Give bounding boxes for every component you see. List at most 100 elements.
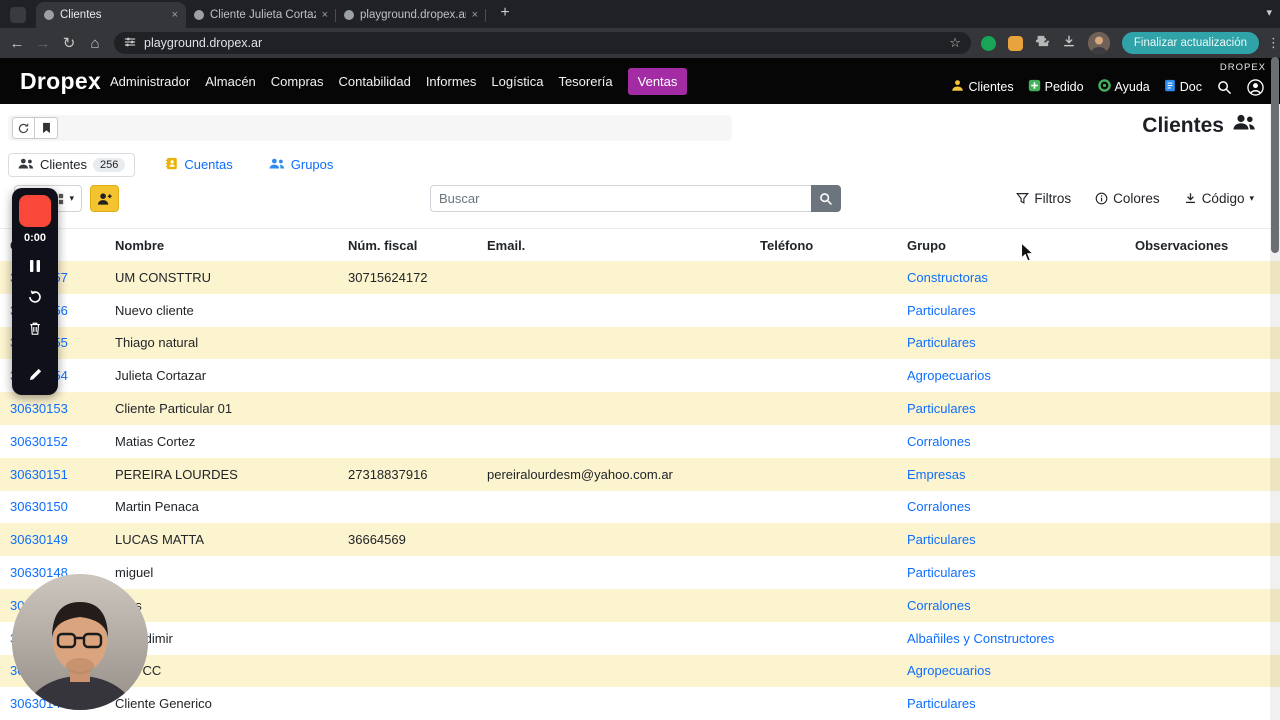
quicklink-clientes[interactable]: Clientes xyxy=(951,79,1014,95)
client-name: PEREIRA LOURDES xyxy=(115,466,238,482)
table-row: 30630146…vladimirAlbañiles y Constructor… xyxy=(0,622,1280,655)
filters-button[interactable]: Filtros xyxy=(1016,191,1071,206)
column-header: Núm. fiscal xyxy=(348,237,418,253)
help-ring-icon xyxy=(1097,79,1111,95)
back-icon[interactable]: ← xyxy=(4,35,30,52)
tab-close-icon[interactable]: × xyxy=(322,9,328,21)
search-icon[interactable] xyxy=(1217,80,1232,95)
account-icon[interactable] xyxy=(1247,78,1264,96)
quicklink-pedido[interactable]: Pedido xyxy=(1028,79,1084,95)
extension-green-icon[interactable] xyxy=(980,35,996,51)
client-name: …vladimir xyxy=(115,631,348,646)
chevron-down-icon[interactable]: ▾ xyxy=(1266,6,1272,19)
home-icon[interactable]: ⌂ xyxy=(82,35,108,52)
count-badge: 256 xyxy=(92,157,126,172)
table-row: 30630150 Martin Penaca Corralones xyxy=(0,491,1280,524)
forward-icon[interactable]: → xyxy=(30,35,56,52)
tab-title: Clientes xyxy=(60,9,102,21)
extension-orange-icon[interactable] xyxy=(1007,35,1023,51)
puzzle-icon[interactable] xyxy=(1035,33,1050,53)
header-quick-links: Clientes Pedido Ayuda Doc xyxy=(951,58,1264,104)
tab-clientes[interactable]: Clientes 256 xyxy=(8,152,136,177)
reload-icon[interactable]: ↻ xyxy=(56,34,82,52)
redo-button[interactable] xyxy=(12,117,35,139)
nav-item-contabilidad[interactable]: Contabilidad xyxy=(339,74,411,89)
client-group-link[interactable]: Particulares xyxy=(907,532,1135,547)
client-group-link[interactable]: Corralones xyxy=(907,434,1135,449)
client-code-link[interactable]: 30630151 xyxy=(10,467,115,482)
tab-title: Cliente Julieta Cortazar xyxy=(210,9,316,21)
colors-button[interactable]: Colores xyxy=(1095,191,1160,206)
client-group-link[interactable]: Particulares xyxy=(907,401,1135,416)
page-subbar: Clientes xyxy=(0,104,1280,148)
browser-profile-avatar[interactable] xyxy=(1087,32,1110,54)
browser-menu-icon[interactable]: ⋮ xyxy=(1267,35,1280,51)
new-tab-button[interactable]: + xyxy=(494,2,516,24)
webcam-preview[interactable] xyxy=(12,574,148,710)
nav-item-tesorería[interactable]: Tesorería xyxy=(558,74,612,89)
stop-recording-button[interactable] xyxy=(19,195,51,227)
tab-close-icon[interactable]: × xyxy=(472,9,478,21)
client-group-link[interactable]: Particulares xyxy=(907,696,1135,711)
app-logo[interactable]: Dropex xyxy=(20,68,101,95)
add-client-button[interactable] xyxy=(90,185,119,212)
browser-toolbar: ← → ↻ ⌂ playground.dropex.ar ☆ Finalizar… xyxy=(0,28,1280,58)
client-group-link[interactable]: Constructoras xyxy=(907,270,1135,285)
client-name: LUCAS MATTA xyxy=(115,532,205,548)
search-button[interactable] xyxy=(811,185,841,212)
finish-update-button[interactable]: Finalizar actualización xyxy=(1121,32,1259,54)
browser-tab-strip: Clientes × Cliente Julieta Cortazar × pl… xyxy=(0,0,1280,28)
bookmark-button[interactable] xyxy=(35,117,58,139)
browser-tab[interactable]: Clientes × xyxy=(36,2,186,28)
tab-grupos[interactable]: Grupos xyxy=(263,153,340,177)
client-code-link[interactable]: 30630153 xyxy=(10,401,115,416)
client-code-link[interactable]: 30630150 xyxy=(10,499,115,514)
downloads-icon[interactable] xyxy=(1062,34,1076,53)
draw-pen-button[interactable] xyxy=(25,365,45,383)
browser-tab[interactable]: playground.dropex.ar/ListAcc × xyxy=(336,2,486,28)
workspace-icon[interactable] xyxy=(10,7,26,23)
address-url: playground.dropex.ar xyxy=(144,36,263,50)
table-row: 30630147…esCorralones xyxy=(0,588,1280,622)
page-tabs: Clientes 256 Cuentas Grupos xyxy=(8,151,339,178)
quicklink-doc[interactable]: Doc xyxy=(1164,79,1202,95)
client-code-link[interactable]: 30630152 xyxy=(10,434,115,449)
nav-item-informes[interactable]: Informes xyxy=(426,74,477,89)
nav-item-almacén[interactable]: Almacén xyxy=(205,74,256,89)
chevron-down-icon: ▾ xyxy=(1249,193,1254,203)
nav-item-administrador[interactable]: Administrador xyxy=(110,74,190,89)
clients-table: CódigoNombreNúm. fiscalEmail.TeléfonoGru… xyxy=(0,228,1280,720)
client-group-link[interactable]: Agropecuarios xyxy=(907,368,1135,383)
bookmark-star-icon[interactable]: ☆ xyxy=(949,35,961,51)
client-group-link[interactable]: Particulares xyxy=(907,565,1135,580)
address-bar[interactable]: playground.dropex.ar ☆ xyxy=(114,32,971,54)
nav-item-compras[interactable]: Compras xyxy=(271,74,324,89)
client-group-link[interactable]: Empresas xyxy=(907,467,1135,482)
nav-item-logística[interactable]: Logística xyxy=(491,74,543,89)
pen-icon xyxy=(29,368,41,380)
client-group-link[interactable]: Agropecuarios xyxy=(907,663,1135,678)
nav-item-ventas[interactable]: Ventas xyxy=(627,67,688,95)
client-group-link[interactable]: Albañiles y Constructores xyxy=(907,631,1135,646)
client-group-link[interactable]: Particulares xyxy=(907,335,1135,350)
client-code-link[interactable]: 30630149 xyxy=(10,532,115,547)
site-settings-icon[interactable] xyxy=(124,36,136,51)
client-group-link[interactable]: Particulares xyxy=(907,303,1135,318)
browser-tab[interactable]: Cliente Julieta Cortazar × xyxy=(186,2,336,28)
chevron-down-icon: ▾ xyxy=(69,193,74,203)
client-name: UM CONSTTRU xyxy=(115,269,212,285)
client-group-link[interactable]: Corralones xyxy=(907,598,1135,613)
recorder-widget: 0:00 xyxy=(12,188,58,395)
client-fiscal: 27318837916 xyxy=(348,466,428,482)
restart-recording-button[interactable] xyxy=(25,288,45,306)
main-nav: Administrador Almacén Compras Contabilidad I… xyxy=(110,58,688,104)
delete-recording-button[interactable] xyxy=(25,319,45,337)
tab-cuentas[interactable]: Cuentas xyxy=(159,153,238,177)
search-input[interactable] xyxy=(430,185,811,212)
pause-button[interactable] xyxy=(25,257,45,275)
scrollbar-thumb[interactable] xyxy=(1271,57,1279,253)
tab-close-icon[interactable]: × xyxy=(172,9,178,21)
quicklink-ayuda[interactable]: Ayuda xyxy=(1097,79,1150,95)
code-dropdown-button[interactable]: Código ▾ xyxy=(1184,191,1254,206)
client-group-link[interactable]: Corralones xyxy=(907,499,1135,514)
